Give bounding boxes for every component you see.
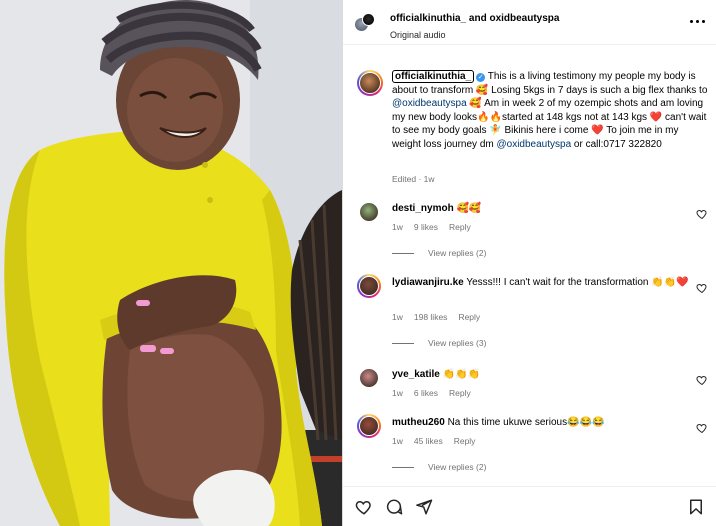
post-actions-bar: [343, 486, 716, 526]
instagram-post-view: officialkinuthia_ and oxidbeautyspa Orig…: [0, 0, 716, 526]
more-horizontal-icon[interactable]: [690, 16, 708, 26]
avatar[interactable]: [357, 414, 381, 438]
comment-meta: 1w 45 likes Reply: [392, 436, 475, 446]
audio-label[interactable]: Original audio: [390, 30, 446, 40]
caption-segment: or call:0717 322820: [571, 138, 662, 150]
post-details-panel: officialkinuthia_ and oxidbeautyspa Orig…: [342, 0, 716, 526]
post-photo: [0, 0, 342, 526]
comment-text: mutheu260 Na this time ukuwe serious😂😂😂: [392, 416, 692, 430]
comment-likes[interactable]: 9 likes: [414, 222, 438, 232]
avatar[interactable]: [357, 200, 381, 224]
caption-avatar[interactable]: [357, 70, 383, 96]
heart-icon[interactable]: [696, 374, 708, 386]
reply-button[interactable]: Reply: [458, 312, 480, 322]
comment-text: desti_nymoh 🥰🥰: [392, 202, 692, 216]
mention-link[interactable]: @oxidbeautyspa: [392, 98, 467, 109]
comment-body: 👏👏👏: [442, 369, 480, 380]
view-replies-button[interactable]: View replies (2): [392, 248, 486, 258]
caption-username[interactable]: officialkinuthia_: [392, 70, 475, 83]
comment-body: Yesss!!! I can't wait for the transforma…: [466, 277, 689, 288]
bookmark-icon[interactable]: [687, 498, 705, 516]
view-replies-label: View replies (3): [428, 338, 487, 348]
divider: [392, 342, 414, 344]
avatar[interactable]: [357, 274, 381, 298]
avatar[interactable]: [357, 366, 381, 390]
divider: [392, 466, 414, 468]
comment-time: 1w: [392, 222, 403, 232]
heart-icon[interactable]: [355, 498, 373, 516]
comment-text: yve_katile 👏👏👏: [392, 368, 692, 382]
collab-avatars[interactable]: [354, 13, 375, 33]
post-author-title[interactable]: officialkinuthia_ and oxidbeautyspa: [390, 13, 559, 24]
comment-username[interactable]: yve_katile: [392, 369, 440, 380]
comment-meta: 1w 6 likes Reply: [392, 388, 471, 398]
post-media[interactable]: [0, 0, 342, 526]
caption-meta: Edited · 1w: [392, 174, 435, 184]
reply-button[interactable]: Reply: [454, 436, 476, 446]
view-replies-label: View replies (2): [428, 248, 487, 258]
comment-text: lydiawanjiru.ke Yesss!!! I can't wait fo…: [392, 276, 692, 290]
comment-likes[interactable]: 198 likes: [414, 312, 448, 322]
comment-username[interactable]: mutheu260: [392, 417, 445, 428]
comment-likes[interactable]: 45 likes: [414, 436, 443, 446]
heart-icon[interactable]: [696, 282, 708, 294]
view-replies-button[interactable]: View replies (3): [392, 338, 486, 348]
heart-icon[interactable]: [696, 422, 708, 434]
comment-time: 1w: [392, 436, 403, 446]
post-header: officialkinuthia_ and oxidbeautyspa Orig…: [343, 0, 716, 45]
verified-badge-icon: ✓: [476, 73, 486, 82]
comment-likes[interactable]: 6 likes: [414, 388, 438, 398]
reply-button[interactable]: Reply: [449, 388, 471, 398]
comment-time: 1w: [392, 388, 403, 398]
comment-username[interactable]: desti_nymoh: [392, 203, 454, 214]
view-replies-label: View replies (2): [428, 462, 487, 472]
heart-icon[interactable]: [696, 208, 708, 220]
comments-scroll-area[interactable]: officialkinuthia_ ✓ This is a living test…: [343, 46, 716, 486]
comment-meta: 1w 9 likes Reply: [392, 222, 471, 232]
caption-text: officialkinuthia_ ✓ This is a living test…: [392, 70, 710, 152]
comment-body: Na this time ukuwe serious😂😂😂: [447, 417, 605, 428]
comment-meta: 1w 198 likes Reply: [392, 312, 480, 322]
comment-time: 1w: [392, 312, 403, 322]
divider: [392, 252, 414, 254]
view-replies-button[interactable]: View replies (2): [392, 462, 486, 472]
comment-username[interactable]: lydiawanjiru.ke: [392, 277, 464, 288]
avatar[interactable]: [362, 13, 375, 26]
comment-icon[interactable]: [385, 498, 403, 516]
comment-body: 🥰🥰: [456, 203, 482, 214]
reply-button[interactable]: Reply: [449, 222, 471, 232]
share-icon[interactable]: [415, 498, 433, 516]
mention-link[interactable]: @oxidbeautyspa: [497, 139, 572, 150]
